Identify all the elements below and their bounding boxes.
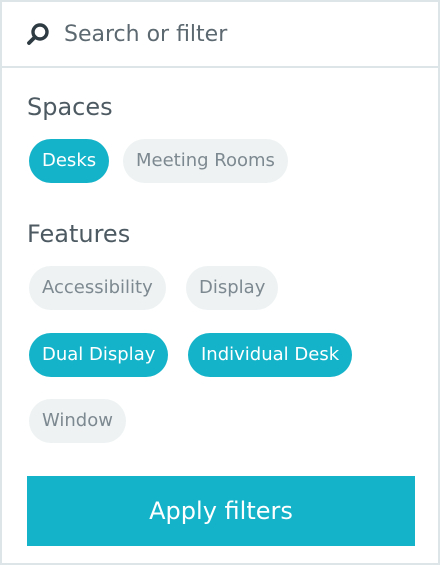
apply-filters-button[interactable]: Apply filters: [27, 476, 415, 546]
search-icon: [26, 22, 50, 46]
chip-individual-desk[interactable]: Individual Desk: [188, 333, 353, 377]
chip-desks[interactable]: Desks: [29, 139, 110, 183]
spaces-heading: Spaces: [27, 93, 113, 121]
chip-display[interactable]: Display: [186, 266, 279, 310]
chip-dual-display[interactable]: Dual Display: [29, 333, 169, 377]
features-heading: Features: [27, 220, 131, 248]
chip-accessibility[interactable]: Accessibility: [29, 266, 166, 310]
filter-panel: Spaces Desks Meeting Rooms Features Acce…: [0, 0, 440, 565]
search-bar[interactable]: [2, 2, 438, 68]
chip-window[interactable]: Window: [29, 399, 126, 443]
chip-meeting-rooms[interactable]: Meeting Rooms: [123, 139, 288, 183]
search-input[interactable]: [64, 21, 404, 47]
